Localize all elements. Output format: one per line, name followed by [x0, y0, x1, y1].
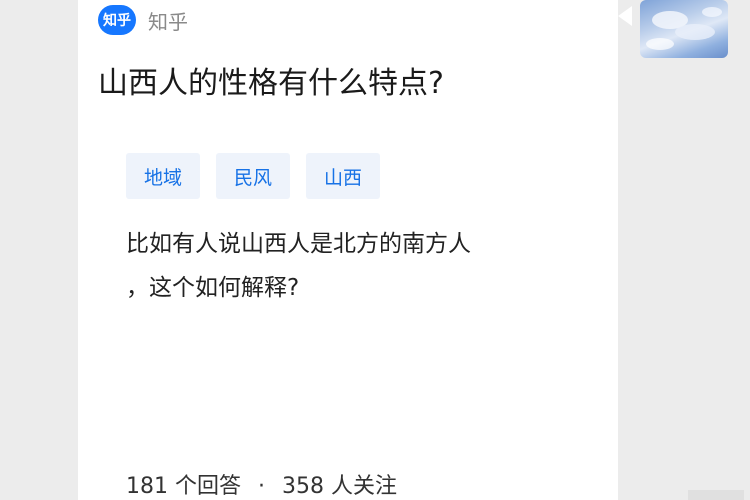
sky-thumbnail-image[interactable]: [640, 0, 728, 58]
question-detail: 比如有人说山西人是北方的南方人 ，这个如何解释?: [126, 222, 586, 310]
question-title[interactable]: 山西人的性格有什么特点?: [98, 58, 444, 102]
tag-list: 地域 民风 山西: [126, 153, 396, 199]
follower-count: 358 人关注: [282, 474, 397, 499]
tag-folk-custom[interactable]: 民风: [216, 153, 291, 199]
cloud-graphic: [646, 7, 722, 50]
tag-region[interactable]: 地域: [126, 153, 201, 199]
question-stats: 181 个回答 · 358 人关注: [126, 468, 397, 500]
corner-decoration: [688, 490, 744, 500]
bubble-tail: [618, 6, 632, 26]
detail-line-1: 比如有人说山西人是北方的南方人: [126, 231, 471, 257]
tag-shanxi[interactable]: 山西: [306, 153, 381, 199]
source-row[interactable]: 知乎 知乎: [98, 4, 188, 36]
zhihu-logo-icon: 知乎: [98, 5, 136, 35]
answer-count[interactable]: 181 个回答: [126, 474, 241, 499]
source-name: 知乎: [148, 9, 188, 34]
stats-separator: ·: [258, 474, 265, 499]
detail-line-2: ，这个如何解释?: [126, 275, 300, 301]
